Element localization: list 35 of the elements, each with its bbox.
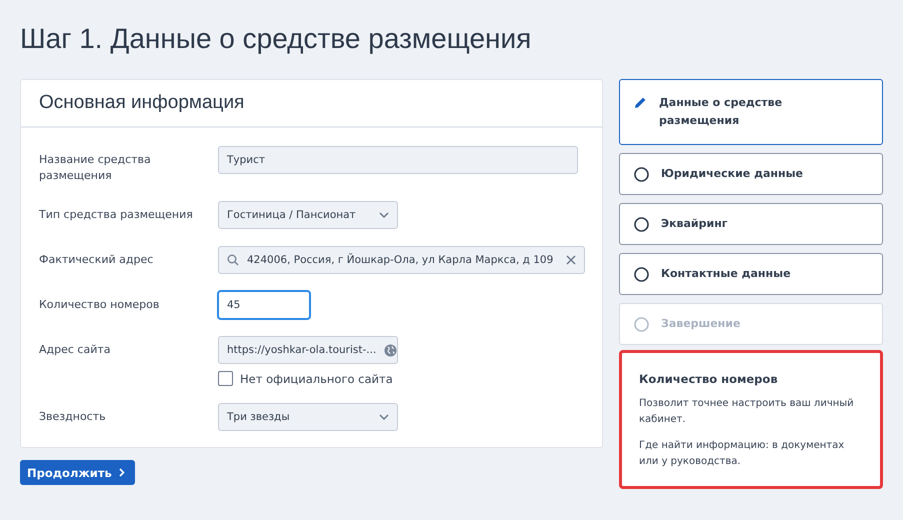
card-title: Основная информация xyxy=(39,92,244,114)
dropdown[interactable]: Три звезды xyxy=(218,403,398,431)
circle-icon xyxy=(634,316,649,332)
step-item[interactable]: Эквайринг xyxy=(619,203,883,245)
chevron-down-icon xyxy=(379,414,389,420)
page-title: Шаг 1. Данные о средстве размещения xyxy=(20,22,532,56)
dropdown[interactable]: Гостиница / Пансионат xyxy=(218,201,398,229)
close-icon[interactable] xyxy=(566,255,576,265)
field-label: Количество номеров xyxy=(39,297,160,313)
circle-icon xyxy=(634,266,649,282)
hint-text: Позволит точнее настроить ваш личный кабинет. xyxy=(639,397,855,427)
continue-button[interactable]: Продолжить xyxy=(20,460,135,485)
field-label: Тип средства размещения xyxy=(39,207,194,223)
circle-icon xyxy=(634,216,649,232)
circle-icon xyxy=(634,166,649,182)
chevron-right-icon xyxy=(118,468,125,477)
input-field[interactable]: 45 xyxy=(218,291,310,319)
field-label: Адрес сайта xyxy=(39,342,112,358)
chevron-down-icon xyxy=(379,212,389,218)
input-field[interactable]: Турист xyxy=(218,146,578,174)
checkbox-label: Нет официального сайта xyxy=(240,372,393,386)
checkbox[interactable] xyxy=(218,371,233,386)
field-label: Звездность xyxy=(39,409,107,425)
step-item[interactable]: Контактные данные xyxy=(619,253,883,295)
pencil-icon xyxy=(634,96,647,109)
search-icon xyxy=(227,254,239,266)
field-label: Название средства размещения xyxy=(39,152,152,184)
step-item[interactable]: Юридические данные xyxy=(619,153,883,195)
globe-icon xyxy=(384,344,398,356)
input-field[interactable]: 424006, Россия, г Йошкар-Ола, ул Карла Маркса, д 109 xyxy=(218,246,585,274)
field-label: Фактический адрес xyxy=(39,252,154,268)
input-field[interactable]: https://yoshkar-ola.tourist-... xyxy=(218,336,398,364)
hint-text: Где найти информацию: в документах или у руководства. xyxy=(639,439,846,469)
step-item[interactable]: Данные о средстве размещения xyxy=(619,79,883,145)
hint-title: Количество номеров xyxy=(639,372,779,386)
